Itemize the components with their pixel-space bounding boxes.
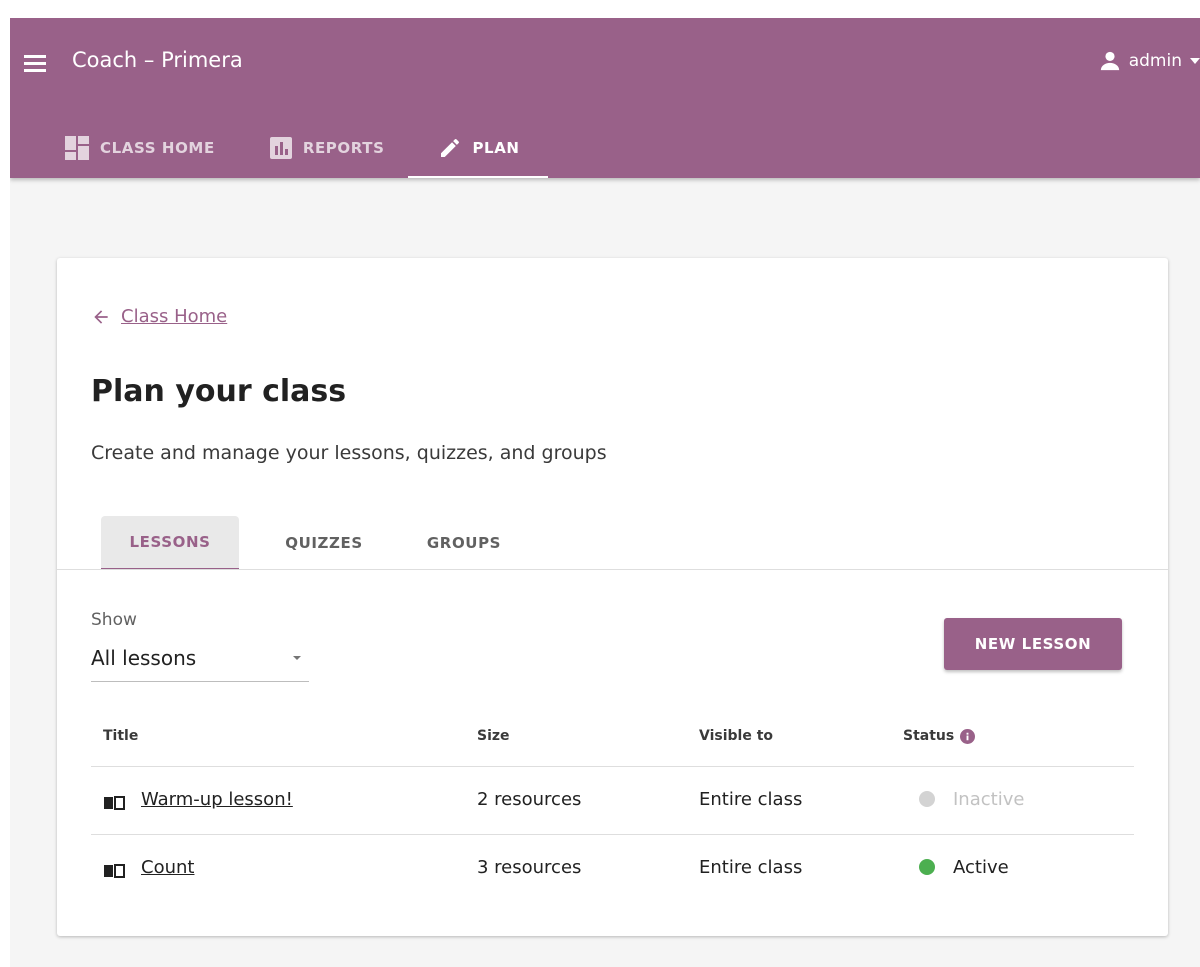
lesson-status: Inactive xyxy=(919,789,1024,810)
pencil-icon xyxy=(441,138,460,157)
status-dot-active xyxy=(919,859,935,875)
tab-reports[interactable]: REPORTS xyxy=(265,118,405,178)
username: admin xyxy=(1128,51,1182,71)
tab-label: REPORTS xyxy=(302,139,385,157)
lesson-status: Active xyxy=(919,857,1009,878)
back-link-label[interactable]: Class Home xyxy=(121,306,227,327)
column-header-visible-to: Visible to xyxy=(699,728,774,744)
tab-label: PLAN xyxy=(472,139,520,157)
person-icon xyxy=(1100,51,1119,71)
tab-plan[interactable]: PLAN xyxy=(408,118,548,178)
tab-label: CLASS HOME xyxy=(100,139,215,157)
column-header-size: Size xyxy=(477,728,510,744)
column-header-status: Status xyxy=(903,728,976,744)
tab-lessons[interactable]: LESSONS xyxy=(101,516,239,570)
column-header-title: Title xyxy=(103,728,139,744)
status-header-label: Status xyxy=(903,728,955,744)
tab-quizzes[interactable]: QUIZZES xyxy=(239,516,409,570)
lesson-book-icon xyxy=(104,864,125,878)
tabs-divider xyxy=(57,569,1168,570)
app-window: Coach – Primera admin CLASS HOME REPORTS… xyxy=(10,18,1200,967)
page-title: Plan your class xyxy=(91,374,347,409)
arrow-back-icon xyxy=(94,309,108,324)
info-icon[interactable] xyxy=(960,728,976,744)
lesson-title-link[interactable]: Warm-up lesson! xyxy=(141,789,293,810)
status-label: Inactive xyxy=(953,789,1025,810)
top-nav: CLASS HOME REPORTS PLAN xyxy=(60,118,578,178)
lesson-size: 3 resources xyxy=(477,857,582,878)
back-to-class-home[interactable]: Class Home xyxy=(91,306,227,327)
user-menu[interactable]: admin xyxy=(1099,50,1200,72)
hamburger-menu-icon[interactable] xyxy=(24,52,48,76)
status-dot-inactive xyxy=(919,791,935,807)
bar-chart-icon xyxy=(269,137,292,159)
table-row: Count 3 resources Entire class Active xyxy=(91,835,1134,903)
lesson-visibility: Entire class xyxy=(699,857,803,878)
tab-groups[interactable]: GROUPS xyxy=(409,516,519,570)
app-bar: Coach – Primera admin CLASS HOME REPORTS… xyxy=(10,18,1200,178)
new-lesson-button[interactable]: NEW LESSON xyxy=(944,618,1122,670)
lesson-filter-select[interactable]: All lessons xyxy=(91,642,309,682)
filter-value: All lessons xyxy=(91,646,197,670)
filter-label: Show xyxy=(91,610,137,630)
tab-class-home[interactable]: CLASS HOME xyxy=(60,118,235,178)
dashboard-icon xyxy=(65,136,89,160)
page-description: Create and manage your lessons, quizzes,… xyxy=(91,442,607,464)
lesson-visibility: Entire class xyxy=(699,789,803,810)
table-row: Warm-up lesson! 2 resources Entire class… xyxy=(91,767,1134,835)
caret-down-icon xyxy=(1190,58,1200,64)
lesson-book-icon xyxy=(104,796,125,810)
plan-tabs: LESSONS QUIZZES GROUPS xyxy=(101,516,519,570)
caret-down-icon xyxy=(293,656,301,660)
status-label: Active xyxy=(953,857,1009,878)
app-title: Coach – Primera xyxy=(72,48,243,72)
lesson-size: 2 resources xyxy=(477,789,582,810)
lesson-title-link[interactable]: Count xyxy=(141,857,194,878)
plan-card: Class Home Plan your class Create and ma… xyxy=(57,258,1168,936)
